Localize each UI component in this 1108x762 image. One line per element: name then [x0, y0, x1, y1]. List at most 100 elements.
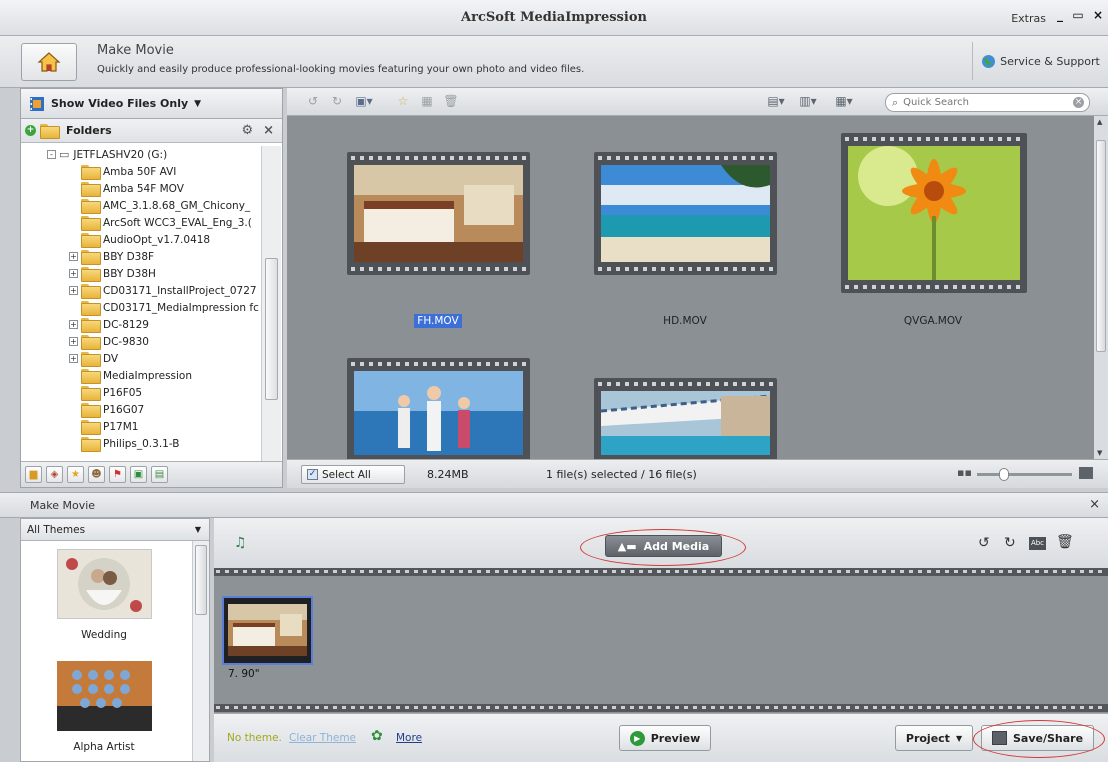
trash-icon[interactable]: 🗑 — [443, 94, 459, 110]
folder-icon[interactable]: ▆ — [25, 466, 42, 483]
add-folder-icon[interactable]: + — [25, 125, 36, 136]
more-link[interactable]: More — [396, 732, 422, 744]
title-bar: ArcSoft MediaImpression Extras _ ▭ × — [0, 0, 1108, 36]
tree-item[interactable]: Amba 50F AVI — [69, 163, 176, 180]
thumbnail-size-slider[interactable] — [977, 468, 1072, 481]
maximize-icon[interactable]: ▭ — [1070, 8, 1086, 24]
tree-scrollbar[interactable] — [261, 146, 281, 461]
expand-icon[interactable]: + — [69, 269, 78, 278]
tag-icon[interactable]: ▦ — [419, 94, 435, 110]
more-themes-icon[interactable]: ✿ — [371, 728, 383, 744]
theme-thumbnail[interactable] — [57, 549, 152, 619]
scroll-down-icon[interactable]: ▼ — [1097, 449, 1102, 457]
tree-item-label: Philips_0.3.1-B — [103, 437, 180, 450]
flag-icon[interactable]: ⚑ — [109, 466, 126, 483]
tree-scroll-thumb[interactable] — [265, 258, 278, 400]
tag-icon[interactable]: ◈ — [46, 466, 63, 483]
theme-scrollbar[interactable] — [192, 541, 209, 761]
expand-icon[interactable]: + — [69, 252, 78, 261]
project-dropdown[interactable]: Project ▼ — [895, 725, 973, 751]
expand-icon[interactable]: + — [69, 320, 78, 329]
folder-pane: Show Video Files Only ▼ + Folders ⚙ × - ▭… — [20, 88, 283, 488]
folder-icon — [81, 301, 101, 316]
folder-icon — [81, 352, 101, 367]
chevron-down-icon: ▼ — [194, 98, 202, 109]
star-icon[interactable]: ☆ — [395, 94, 411, 110]
media-thumbnail[interactable] — [841, 133, 1027, 293]
tree-item[interactable]: + DC-8129 — [69, 316, 149, 333]
tree-item[interactable]: Philips_0.3.1-B — [69, 435, 179, 452]
grid-scrollbar[interactable]: ▲ ▼ — [1094, 116, 1108, 459]
tree-item[interactable]: P16G07 — [69, 401, 144, 418]
theme-scroll-thumb[interactable] — [195, 545, 207, 615]
media-thumbnail[interactable] — [594, 152, 777, 275]
gear-icon[interactable]: ⚙ — [241, 123, 253, 138]
media-thumbnail[interactable] — [347, 358, 530, 459]
layout-icon[interactable]: ▦▾ — [832, 94, 856, 110]
folder-icon — [81, 182, 101, 197]
text-caption-icon[interactable]: Abc — [1029, 537, 1046, 550]
tree-item[interactable]: AudioOpt_v1.7.0418 — [69, 231, 210, 248]
tree-item[interactable]: + DV — [69, 350, 118, 367]
people-icon[interactable]: ☻ — [88, 466, 105, 483]
close-icon[interactable]: × — [1090, 8, 1106, 24]
quick-search[interactable]: ⌕ × — [885, 93, 1090, 112]
folder-icon — [81, 284, 101, 299]
service-support-link[interactable]: Service & Support — [972, 42, 1108, 80]
tree-item[interactable]: + BBY D38H — [69, 265, 156, 282]
folder-icon — [81, 165, 101, 180]
add-music-icon[interactable]: ♫ — [234, 535, 247, 551]
clear-theme-link[interactable]: Clear Theme — [289, 732, 356, 744]
album-icon[interactable]: ▤ — [151, 466, 168, 483]
media-thumbnail[interactable] — [347, 152, 530, 275]
file-name[interactable]: QVGA.MOV — [843, 315, 1023, 327]
minimize-icon[interactable]: _ — [1052, 8, 1068, 24]
trash-icon[interactable]: 🗑 — [1056, 534, 1074, 550]
photo-icon[interactable]: ▣ — [130, 466, 147, 483]
home-button[interactable] — [21, 43, 77, 81]
collapse-icon[interactable]: - — [47, 150, 56, 159]
slider-handle[interactable] — [999, 468, 1009, 481]
expand-icon[interactable]: + — [69, 337, 78, 346]
storyboard-clip[interactable] — [222, 596, 313, 665]
rotate-right-icon[interactable]: ↻ — [329, 94, 345, 110]
grid-scroll-thumb[interactable] — [1096, 140, 1106, 352]
small-thumbnails-icon[interactable]: ▪▪ — [957, 466, 972, 479]
theme-filter-dropdown[interactable]: All Themes ▼ — [21, 519, 209, 541]
show-video-files-dropdown[interactable]: Show Video Files Only ▼ — [21, 89, 282, 119]
clear-search-icon[interactable]: × — [1073, 97, 1084, 108]
preview-button[interactable]: ▶ Preview — [619, 725, 711, 751]
rotate-left-icon[interactable]: ↺ — [978, 535, 990, 551]
sort-icon[interactable]: ▤▾ — [764, 94, 788, 110]
tree-item[interactable]: Amba 54F MOV — [69, 180, 184, 197]
extras-menu[interactable]: Extras — [1011, 12, 1046, 25]
tree-item[interactable]: + BBY D38F — [69, 248, 154, 265]
close-folders-icon[interactable]: × — [263, 123, 274, 138]
highlight-annotation — [973, 720, 1105, 758]
filter-icon[interactable]: ▥▾ — [796, 94, 820, 110]
file-name[interactable]: FH.MOV — [348, 314, 528, 328]
star-icon[interactable]: ★ — [67, 466, 84, 483]
expand-icon[interactable]: + — [69, 354, 78, 363]
expand-icon[interactable]: + — [69, 286, 78, 295]
tree-item[interactable]: + DC-9830 — [69, 333, 149, 350]
close-panel-icon[interactable]: × — [1089, 497, 1100, 512]
tree-item[interactable]: MediaImpression — [69, 367, 192, 384]
tree-item[interactable]: - ▭ JETFLASHV20 (G:) — [47, 146, 167, 163]
rotate-right-icon[interactable]: ↻ — [1004, 535, 1016, 551]
scroll-up-icon[interactable]: ▲ — [1097, 118, 1102, 126]
tree-item[interactable]: P16F05 — [69, 384, 142, 401]
tree-item[interactable]: + CD03171_InstallProject_0727 — [69, 282, 257, 299]
file-name[interactable]: HD.MOV — [595, 315, 775, 327]
search-input[interactable] — [903, 97, 1054, 108]
media-thumbnail[interactable] — [594, 378, 777, 459]
tree-item[interactable]: AMC_3.1.8.68_GM_Chicony_ — [69, 197, 250, 214]
large-thumbnails-icon[interactable] — [1079, 467, 1093, 479]
tree-item[interactable]: ArcSoft WCC3_EVAL_Eng_3.( — [69, 214, 252, 231]
tree-item[interactable]: CD03171_MediaImpression fc — [69, 299, 259, 316]
theme-thumbnail[interactable] — [57, 661, 152, 731]
view-options-icon[interactable]: ▣▾ — [353, 94, 375, 110]
rotate-left-icon[interactable]: ↺ — [305, 94, 321, 110]
tree-item[interactable]: P17M1 — [69, 418, 138, 435]
select-all-checkbox[interactable]: ✓ Select All — [301, 465, 405, 484]
